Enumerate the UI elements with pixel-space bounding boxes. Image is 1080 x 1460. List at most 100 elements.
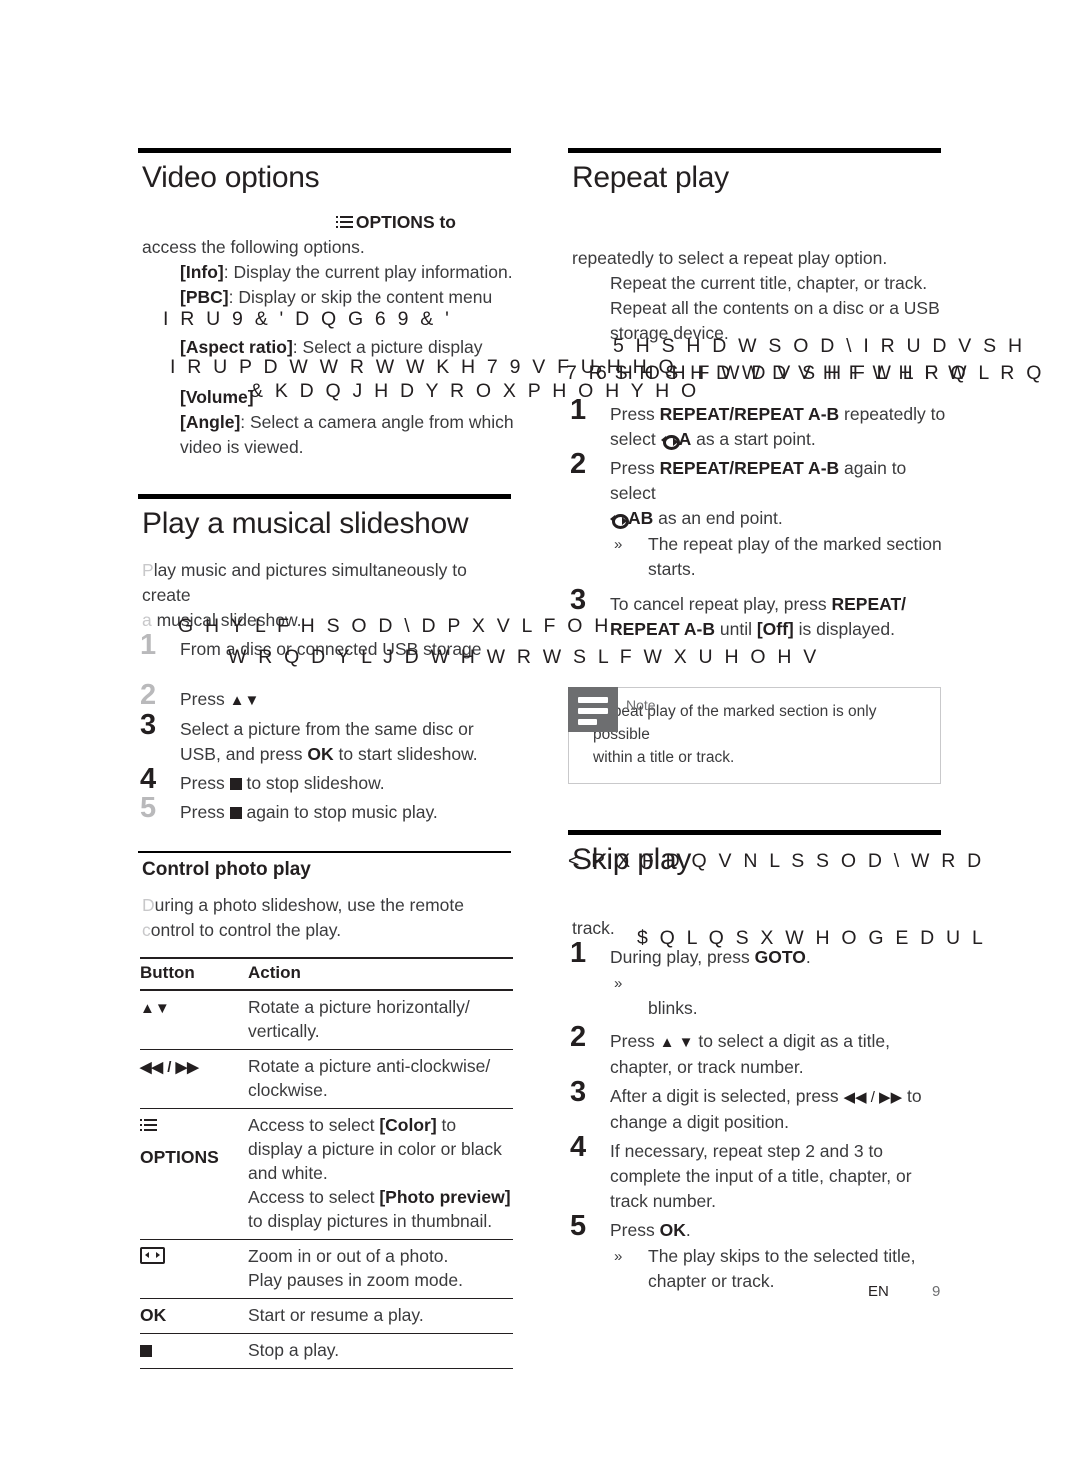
action-line: and white. xyxy=(248,1163,328,1183)
stop-icon xyxy=(229,807,242,819)
cell-action: Stop a play. xyxy=(248,1333,513,1369)
step-item: 5 Press OK. » The play skips to the sele… xyxy=(568,1212,948,1294)
sub-bullet: » blinks. xyxy=(610,971,948,1021)
intro-line1-rest: lay music and pictures simultaneously to… xyxy=(142,560,467,605)
cell-action: Rotate a picture horizontally/ verticall… xyxy=(248,990,513,1050)
note-icon xyxy=(568,687,618,732)
garbled-text-g4: G H Y L F H S O D \ D P X V L F O H xyxy=(178,615,612,637)
footer-locale: EN xyxy=(868,1283,889,1300)
table-row: OPTIONS Access to select [Color] to disp… xyxy=(140,1108,513,1240)
step-line2: select A as a start point. xyxy=(610,429,816,450)
garble-gap-skip xyxy=(648,971,948,996)
cell-button xyxy=(140,1239,248,1299)
video-options-intro-line2: access the following options. xyxy=(142,237,365,257)
cell-button: ◀◀ / ▶▶ xyxy=(140,1049,248,1109)
step-item: 2 Press ▲ ▼ to select a digit as a title… xyxy=(570,1021,890,1078)
skip-play-steps: 1 During play, press GOTO. » blinks. 2 P… xyxy=(568,939,948,1294)
table-row: Zoom in or out of a photo. Play pauses i… xyxy=(140,1239,513,1299)
garbled-text-g3: & K D Q J H D Y R O X P H O H Y H O xyxy=(250,380,700,402)
section-rule xyxy=(568,830,941,835)
options-label: OPTIONS to xyxy=(355,212,456,232)
table-row: Stop a play. xyxy=(140,1333,513,1369)
step-item: 3 Select a picture from the same disc or… xyxy=(138,711,518,767)
section-skip-play: Skip play track. 1 During play, press GO… xyxy=(568,830,948,1294)
action-line: Access to select [Photo preview] xyxy=(248,1187,511,1207)
step-text: Select a picture from the same disc or xyxy=(180,719,474,739)
list-item-info: [Info]: Display the current play informa… xyxy=(180,262,513,282)
subsection-title-control-photo-play: Control photo play xyxy=(142,859,311,880)
repeat-loop-icon xyxy=(660,434,680,450)
page-footer: EN 9 xyxy=(868,1283,940,1300)
step-line2: AB as an end point. xyxy=(610,506,948,531)
zoom-icon xyxy=(140,1247,165,1264)
step-line2: REPEAT A-B until [Off] is displayed. xyxy=(610,619,895,639)
garbled-text-g10: $ Q L Q S X W H O G E D U L xyxy=(637,927,986,949)
subsection-rule xyxy=(138,851,511,853)
note-box: Note Repeat play of the marked section i… xyxy=(568,687,941,784)
garbled-text-g5: W R Q D Y L J D W H W R W S L F W X U H … xyxy=(228,646,820,668)
step-item: 5 Press again to stop music play. xyxy=(140,792,438,824)
page-title-musical-slideshow: Play a musical slideshow xyxy=(142,507,469,540)
note-label: Note xyxy=(626,697,656,713)
table-row: OK Start or resume a play. xyxy=(140,1298,513,1334)
up-down-arrows-icon: ▲▼ xyxy=(229,692,260,709)
action-line: display a picture in color or black xyxy=(248,1139,502,1159)
cell-button: ▲▼ xyxy=(140,990,248,1050)
step-item: 1 During play, press GOTO. » blinks. xyxy=(568,939,948,1021)
repeat-play-intro: repeatedly to select a repeat play optio… xyxy=(572,248,888,268)
stop-icon xyxy=(229,778,242,790)
cell-button: OK xyxy=(140,1298,248,1334)
bullet: Repeat all the contents on a disc or a U… xyxy=(610,298,940,318)
right-column: Repeat play repeatedly to select a repea… xyxy=(568,148,948,1294)
rewind-forward-icon: ◀◀ / ▶▶ xyxy=(843,1089,903,1106)
garbled-text-g6: 5 H S H D W S O D \ I R U D V S H xyxy=(613,335,1026,357)
options-icon xyxy=(335,216,353,229)
repeat-loop-icon xyxy=(610,513,629,529)
list-item-angle: [Angle]: Select a camera angle from whic… xyxy=(180,412,514,432)
list-item-pbc: [PBC]: Display or skip the content menu xyxy=(180,287,493,307)
table-row: ▲▼ Rotate a picture horizontally/ vertic… xyxy=(140,990,513,1050)
options-icon xyxy=(140,1119,157,1132)
left-column: Video options OPTIONS to access the foll… xyxy=(138,148,518,1369)
control-photo-play-intro: During a photo slideshow, use the remote… xyxy=(142,895,465,940)
cell-action: Rotate a picture anti-clockwise/ clockwi… xyxy=(248,1049,513,1109)
table-header-row: Button Action xyxy=(140,957,513,991)
section-rule xyxy=(138,494,511,499)
note-body: Repeat play of the marked section is onl… xyxy=(568,687,941,784)
stop-icon xyxy=(140,1345,152,1357)
step-item: 2 Press ▲▼ xyxy=(140,679,260,711)
page-title-video-options: Video options xyxy=(142,161,320,194)
repeat-play-steps: 1 Press REPEAT/REPEAT A-B repeatedly to … xyxy=(568,396,948,642)
column-header-button: Button xyxy=(140,957,248,991)
action-line: to display pictures in thumbnail. xyxy=(248,1211,493,1231)
list-item-angle-line2: video is viewed. xyxy=(180,437,304,457)
action-line: Access to select [Color] to xyxy=(248,1115,457,1135)
cell-action: Zoom in or out of a photo. Play pauses i… xyxy=(248,1239,513,1299)
garbled-text-g1: I R U 9 & ' D Q G 6 9 & ' xyxy=(163,308,453,330)
footer-page-number: 9 xyxy=(932,1283,941,1300)
sub-bullet: » The play skips to the selected title, … xyxy=(614,1246,916,1291)
cell-button: OPTIONS xyxy=(140,1108,248,1240)
section-rule xyxy=(568,148,941,153)
section-video-options: Video options OPTIONS to access the foll… xyxy=(138,148,518,460)
step-text-line2: USB, and press OK to start slideshow. xyxy=(180,744,478,764)
cell-button xyxy=(140,1333,248,1369)
column-header-action: Action xyxy=(248,957,513,991)
bullet: Repeat the current title, chapter, or tr… xyxy=(610,273,928,293)
sub-bullet: » The repeat play of the marked section … xyxy=(614,534,942,579)
cell-action: Start or resume a play. xyxy=(248,1298,513,1334)
garbled-text-g8: 6 H O H F W D V S H F L H F W L R Q xyxy=(596,362,1045,384)
video-options-intro: OPTIONS to access the following options. xyxy=(142,210,518,260)
garbled-text-g9: < R X F D Q V N L S S O D \ W R D xyxy=(568,850,985,872)
page-title-repeat-play: Repeat play xyxy=(572,161,729,194)
step-item: 3 After a digit is selected, press ◀◀ / … xyxy=(570,1076,922,1133)
table-row: ◀◀ / ▶▶ Rotate a picture anti-clockwise/… xyxy=(140,1049,513,1109)
photo-control-table: Button Action ▲▼ Rotate a picture horizo… xyxy=(140,957,513,1369)
step-item: 4 If necessary, repeat step 2 and 3 to c… xyxy=(570,1131,912,1212)
section-control-photo-play: Control photo play During a photo slides… xyxy=(138,851,518,1369)
step-item: 2 Press REPEAT/REPEAT A-B again to selec… xyxy=(568,450,948,582)
step-item: 3 To cancel repeat play, press REPEAT/ R… xyxy=(568,586,948,642)
up-down-arrows-icon: ▲▼ xyxy=(140,1000,170,1017)
rewind-forward-icon: ◀◀ / ▶▶ xyxy=(140,1059,199,1076)
up-down-arrows-icon: ▲ ▼ xyxy=(659,1034,694,1051)
